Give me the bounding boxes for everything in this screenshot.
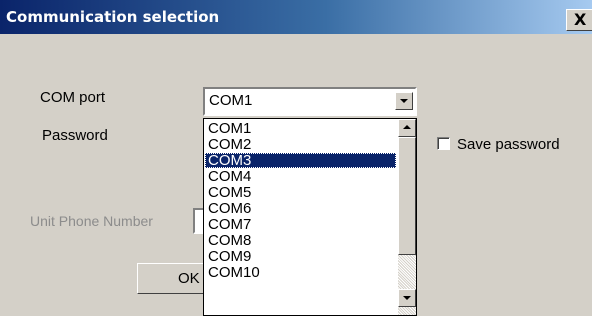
ok-button-label: OK [178, 270, 200, 287]
dialog-title: Communication selection [6, 8, 220, 26]
communication-selection-dialog: Communication selection X COM port COM1 … [0, 0, 592, 316]
list-item-com4[interactable]: COM4 [205, 169, 396, 184]
list-item-com10[interactable]: COM10 [205, 265, 396, 280]
ok-button[interactable]: OK [137, 263, 207, 294]
save-password-checkbox[interactable] [437, 137, 450, 150]
com-port-value: COM1 [209, 92, 253, 109]
com-port-combobox[interactable]: COM1 [203, 87, 417, 116]
list-item-com5[interactable]: COM5 [205, 185, 396, 200]
combobox-dropdown-button[interactable] [395, 92, 413, 110]
list-item-com7[interactable]: COM7 [205, 217, 396, 232]
list-item-com9[interactable]: COM9 [205, 249, 396, 264]
list-item-com1[interactable]: COM1 [205, 121, 396, 136]
com-port-dropdown-list[interactable]: COM1 COM2 COM3 COM4 COM5 COM6 COM7 COM8 … [203, 118, 417, 316]
chevron-down-icon [400, 99, 408, 103]
scroll-down-icon [403, 296, 411, 300]
scroll-up-icon [403, 125, 411, 129]
dropdown-scrollbar[interactable] [398, 119, 416, 315]
unit-phone-number-label: Unit Phone Number [30, 213, 153, 229]
list-item-com2[interactable]: COM2 [205, 137, 396, 152]
scrollbar-thumb[interactable] [398, 137, 416, 255]
scroll-down-button[interactable] [398, 289, 416, 307]
list-item-com6[interactable]: COM6 [205, 201, 396, 216]
list-item-com8[interactable]: COM8 [205, 233, 396, 248]
password-label: Password [42, 127, 108, 144]
list-item-com3[interactable]: COM3 [205, 153, 396, 168]
scroll-up-button[interactable] [398, 119, 416, 137]
title-bar[interactable]: Communication selection X [0, 0, 592, 34]
save-password-label[interactable]: Save password [457, 136, 560, 154]
com-port-label: COM port [40, 89, 106, 106]
close-button[interactable]: X [566, 9, 592, 31]
